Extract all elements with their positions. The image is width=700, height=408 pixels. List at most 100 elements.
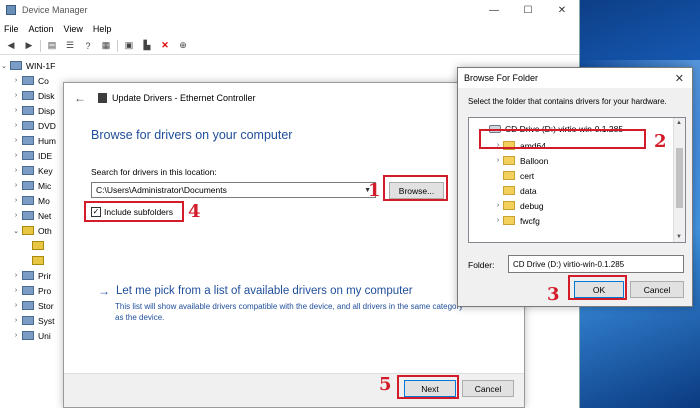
tree-item[interactable]: › Hum — [0, 133, 70, 148]
highlight-next-button — [397, 375, 459, 399]
update-drivers-dialog: ← Update Drivers - Ethernet Controller B… — [63, 82, 525, 408]
device-tree: ⌄ WIN-1F › Co › Disk › Disp › DVD › Hum › IDE ›… — [0, 58, 70, 343]
device-manager-titlebar: Device Manager — ☐ ✕ — [0, 0, 579, 20]
device-icon — [22, 136, 34, 145]
warning-device-icon — [32, 256, 44, 265]
back-arrow-icon[interactable]: ← — [74, 91, 86, 105]
minimize-button[interactable]: — — [477, 5, 511, 16]
help-icon[interactable]: ? — [81, 40, 95, 52]
highlight-ok-button — [568, 275, 627, 300]
highlight-include-subfolders — [84, 201, 184, 222]
close-icon[interactable]: ✕ — [675, 72, 684, 85]
menu-help[interactable]: Help — [93, 24, 112, 34]
browse-prompt: Select the folder that contains drivers … — [468, 97, 667, 106]
tree-item[interactable] — [0, 253, 70, 268]
back-icon[interactable]: ◀ — [4, 40, 18, 52]
maximize-button[interactable]: ☐ — [511, 5, 545, 16]
step-number-1: 1 — [368, 180, 381, 201]
folder-input[interactable]: CD Drive (D:) virtio-win-0.1.285 — [508, 255, 684, 273]
folder-icon — [503, 186, 515, 195]
device-icon — [22, 91, 34, 100]
tree-root[interactable]: ⌄ WIN-1F — [0, 58, 70, 73]
tree-item-folder[interactable]: › fwcfg — [493, 213, 540, 228]
tree-item[interactable]: › Pro — [0, 283, 70, 298]
network-adapter-icon — [98, 93, 107, 103]
scroll-thumb[interactable] — [676, 148, 683, 208]
browse-for-folder-title: Browse For Folder — [464, 73, 539, 83]
tree-item[interactable]: › Uni — [0, 328, 70, 343]
menu-action[interactable]: Action — [29, 24, 54, 34]
scroll-down-icon[interactable]: ▼ — [676, 234, 682, 240]
folder-cancel-button[interactable]: Cancel — [630, 281, 684, 298]
tree-item-folder[interactable]: › Balloon — [493, 153, 549, 168]
add-driver-icon[interactable]: ▙ — [140, 40, 154, 52]
forward-icon[interactable]: ▶ — [22, 40, 36, 52]
tree-item[interactable]: › Stor — [0, 298, 70, 313]
tree-item[interactable]: › Co — [0, 73, 70, 88]
computer-icon — [10, 61, 22, 70]
menu-view[interactable]: View — [64, 24, 83, 34]
folder-label: Folder: — [468, 260, 495, 270]
folder-tree-scrollbar[interactable]: ▲ ▼ — [673, 118, 685, 242]
tree-item[interactable]: › Disk — [0, 88, 70, 103]
toolbar: ◀ ▶ ▤ ☰ ? ▦ ▣ ▙ ✕ ⊕ — [0, 37, 579, 55]
device-icon — [22, 316, 34, 325]
tree-item-folder[interactable]: data — [493, 183, 537, 198]
step-number-4: 4 — [188, 201, 201, 222]
tree-item[interactable]: ⌄ Oth — [0, 223, 70, 238]
pick-from-list-description: This list will show available drivers co… — [115, 302, 464, 322]
warning-device-icon — [22, 226, 34, 235]
step-number-5: 5 — [379, 374, 392, 395]
device-icon — [22, 121, 34, 130]
highlight-browse-button — [383, 175, 448, 201]
tree-item-folder[interactable]: cert — [493, 168, 534, 183]
browse-for-folder-titlebar: Browse For Folder ✕ — [458, 68, 692, 88]
tree-item[interactable]: › DVD — [0, 118, 70, 133]
device-icon — [22, 181, 34, 190]
device-icon — [22, 196, 34, 205]
download-icon[interactable]: ⊕ — [176, 40, 190, 52]
device-icon — [22, 151, 34, 160]
tree-item[interactable] — [0, 238, 70, 253]
details-icon[interactable]: ▦ — [99, 40, 113, 52]
tree-item[interactable]: › Disp — [0, 103, 70, 118]
menu-bar: File Action View Help — [0, 20, 579, 37]
cancel-button[interactable]: Cancel — [462, 380, 514, 397]
device-icon — [22, 76, 34, 85]
warning-device-icon — [32, 241, 44, 250]
folder-icon — [503, 156, 515, 165]
folder-icon — [503, 216, 515, 225]
close-button[interactable]: ✕ — [545, 5, 579, 16]
tree-item[interactable]: › Key — [0, 163, 70, 178]
tree-item[interactable]: › Mo — [0, 193, 70, 208]
pick-from-list-link[interactable]: Let me pick from a list of available dri… — [116, 285, 413, 297]
browse-for-folder-dialog: Browse For Folder ✕ Select the folder th… — [457, 67, 693, 307]
tree-item[interactable]: › Net — [0, 208, 70, 223]
search-location-label: Search for drivers in this location: — [91, 167, 217, 177]
scan-hardware-icon[interactable]: ▣ — [122, 40, 136, 52]
tree-item[interactable]: › Prir — [0, 268, 70, 283]
tree-item[interactable]: › IDE — [0, 148, 70, 163]
device-icon — [22, 286, 34, 295]
tree-item[interactable]: › Syst — [0, 313, 70, 328]
update-drivers-title: Update Drivers - Ethernet Controller — [112, 93, 256, 103]
pick-from-list-option[interactable]: → Let me pick from a list of available d… — [98, 284, 468, 324]
step-number-2: 2 — [654, 131, 667, 152]
driver-path-value: C:\Users\Administrator\Documents — [96, 185, 227, 195]
arrow-right-icon: → — [98, 284, 110, 298]
properties-icon[interactable]: ▤ — [45, 40, 59, 52]
device-manager-title: Device Manager — [22, 5, 88, 15]
highlight-cd-drive — [479, 129, 646, 149]
menu-file[interactable]: File — [4, 24, 19, 34]
driver-path-input[interactable]: C:\Users\Administrator\Documents ▼ — [91, 182, 376, 198]
uninstall-icon[interactable]: ✕ — [158, 40, 172, 52]
list-view-icon[interactable]: ☰ — [63, 40, 77, 52]
device-icon — [22, 211, 34, 220]
page-title: Browse for drivers on your computer — [91, 128, 293, 142]
tree-item[interactable]: › Mic — [0, 178, 70, 193]
tree-item-folder[interactable]: › debug — [493, 198, 544, 213]
update-drivers-header: ← Update Drivers - Ethernet Controller — [64, 83, 524, 113]
scroll-up-icon[interactable]: ▲ — [676, 120, 682, 126]
device-icon — [22, 166, 34, 175]
step-number-3: 3 — [547, 284, 560, 305]
